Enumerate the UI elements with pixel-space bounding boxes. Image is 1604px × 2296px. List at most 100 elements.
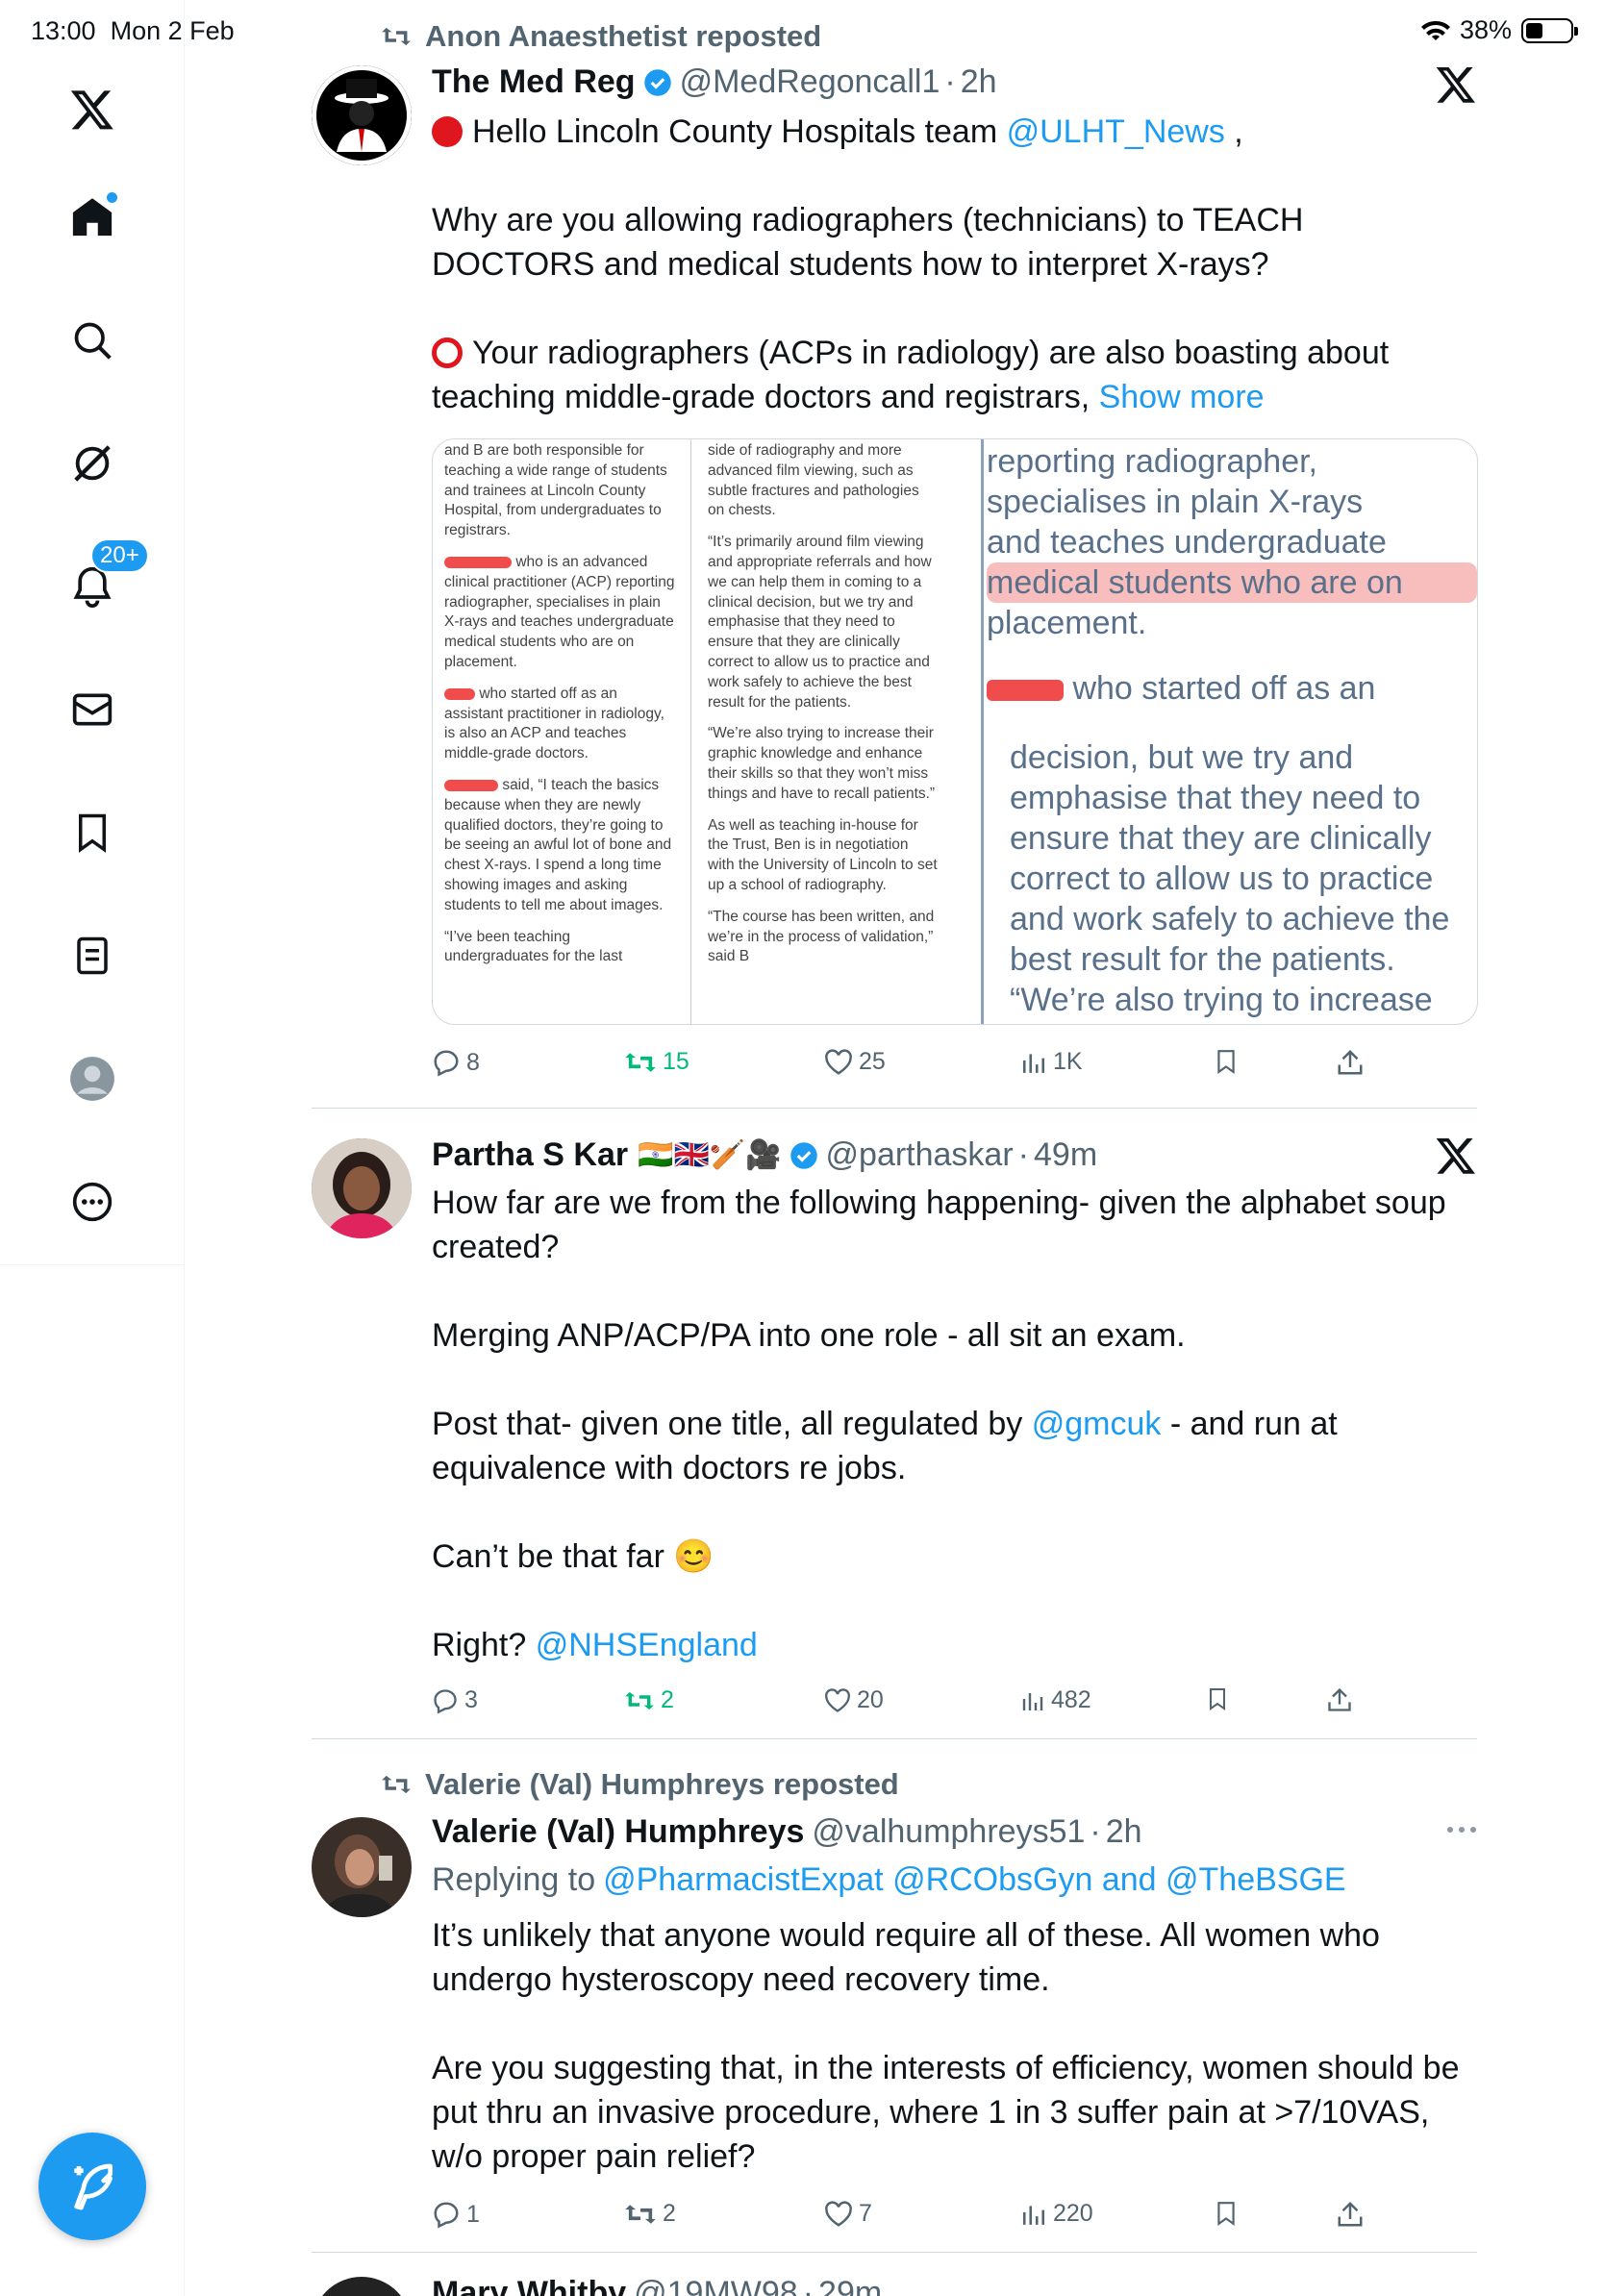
bookmark-button[interactable] (1206, 1686, 1229, 1711)
views-button[interactable]: 1K (1020, 1048, 1083, 1076)
article-column-1: and B are both responsible for teaching … (444, 442, 675, 965)
repost-header: Anon Anaesthetist reposted (381, 19, 821, 54)
author-name[interactable]: Mary Whitby (432, 2275, 626, 2296)
x-grok-icon[interactable] (1435, 1135, 1477, 1177)
home-icon[interactable] (62, 187, 123, 248)
mention-link[interactable]: @ULHT_News (1007, 113, 1225, 150)
repost-button[interactable]: 15 (624, 1048, 689, 1076)
share-button[interactable] (1336, 2200, 1365, 2229)
analytics-icon (1022, 1053, 1045, 1073)
author-handle[interactable]: @MedRegoncall1 (680, 63, 940, 101)
avatar[interactable] (312, 1817, 412, 1917)
more-icon[interactable] (62, 1171, 123, 1233)
hollow-red-circle-emoji (432, 337, 463, 368)
article-zoom-text-3: decision, but we try and emphasise that … (1010, 739, 1450, 1018)
share-icon (1338, 1049, 1363, 1075)
verified-badge-icon (789, 1141, 817, 1169)
x-logo-icon[interactable] (62, 79, 123, 140)
repost-icon (382, 27, 411, 46)
repost-button[interactable]: 2 (624, 1686, 674, 1714)
reply-icon (434, 1050, 459, 1077)
reply-button[interactable]: 8 (432, 1048, 480, 1077)
article-zoom-text-2: who started off as an (987, 668, 1477, 709)
post-time[interactable]: 49m (1034, 1136, 1097, 1174)
battery-percent: 38% (1459, 15, 1512, 44)
avatar[interactable] (312, 65, 412, 165)
compose-post-button[interactable] (38, 2133, 146, 2240)
heart-icon (825, 2200, 852, 2227)
post-text: How far are we from the following happen… (432, 1185, 1446, 1663)
repost-icon (625, 2204, 656, 2224)
separator-dot: · (1090, 1813, 1101, 1850)
avatar[interactable] (312, 2277, 412, 2296)
author-name[interactable]: The Med Reg (432, 63, 636, 101)
wifi-icon (1420, 20, 1450, 40)
author-name[interactable]: Valerie (Val) Humphreys (432, 1813, 804, 1851)
post-time[interactable]: 2h (961, 63, 997, 101)
repost-icon (625, 1052, 656, 1072)
heart-icon (825, 1687, 850, 1712)
post-text: Hello Lincoln County Hospitals team @ULH… (432, 113, 1390, 415)
search-icon[interactable] (62, 310, 123, 371)
article-column-2: side of radiography and more advanced fi… (708, 442, 938, 965)
verified-badge-icon (643, 68, 671, 96)
lists-icon[interactable] (62, 925, 123, 986)
separator-dot: · (1017, 1136, 1029, 1173)
post-text: It’s unlikely that anyone would require … (432, 1917, 1460, 2175)
author-handle[interactable]: @valhumphreys51 (812, 1813, 1085, 1851)
post-header: Mary Whitby @19MW98 · 29m (432, 2275, 882, 2296)
bookmark-button[interactable] (1214, 2200, 1239, 2227)
author-name[interactable]: Partha S Kar (432, 1136, 628, 1174)
reply-button[interactable]: 1 (432, 2200, 480, 2229)
share-button[interactable] (1336, 1048, 1365, 1077)
separator-dot: · (944, 63, 956, 100)
post-time[interactable]: 2h (1106, 1813, 1142, 1851)
post-image[interactable]: and B are both responsible for teaching … (432, 438, 1478, 1025)
like-button[interactable]: 20 (824, 1686, 884, 1714)
repost-header: Valerie (Val) Humphreys reposted (381, 1767, 899, 1802)
post-divider (312, 1738, 1477, 1739)
separator-dot: · (802, 2275, 815, 2296)
show-more-link[interactable]: Show more (1099, 379, 1265, 415)
post-header: Partha S Kar 🇮🇳🇬🇧🏏🎥 @parthaskar · 49m (432, 1136, 1097, 1174)
bookmark-icon (1217, 1050, 1235, 1074)
post-header: Valerie (Val) Humphreys @valhumphreys51 … (432, 1813, 1142, 1851)
mention-link[interactable]: @NHSEngland (536, 1627, 758, 1663)
reply-icon (434, 2202, 459, 2229)
messages-icon[interactable] (62, 679, 123, 740)
bookmarks-icon[interactable] (62, 802, 123, 863)
share-icon (1338, 2201, 1363, 2227)
reply-to-mentions[interactable]: @PharmacistExpat @RCObsGyn and @TheBSGE (603, 1861, 1346, 1899)
profile-avatar-icon[interactable] (62, 1048, 123, 1110)
home-new-dot (107, 192, 117, 203)
reply-icon (434, 1688, 457, 1714)
post-header: The Med Reg @MedRegoncall1 · 2h (432, 63, 997, 101)
repost-icon (625, 1691, 654, 1710)
x-grok-icon[interactable] (1435, 63, 1477, 106)
bookmark-button[interactable] (1214, 1048, 1239, 1075)
author-handle[interactable]: @parthaskar (826, 1136, 1014, 1174)
like-button[interactable]: 7 (824, 2200, 872, 2228)
sidebar: 20+ (0, 0, 185, 2296)
analytics-icon (1022, 1692, 1043, 1710)
share-button[interactable] (1326, 1686, 1353, 1713)
notifications-icon[interactable]: 20+ (62, 538, 149, 617)
sidebar-divider (0, 1264, 185, 1265)
bookmark-icon (1217, 2202, 1235, 2226)
reply-button[interactable]: 3 (432, 1686, 478, 1714)
battery-icon (1521, 17, 1578, 43)
views-button[interactable]: 220 (1020, 2200, 1093, 2228)
grok-icon[interactable] (62, 433, 123, 494)
repost-icon (382, 1775, 411, 1794)
repost-button[interactable]: 2 (624, 2200, 676, 2228)
status-right: 38% (1420, 15, 1578, 45)
post-time[interactable]: 29m (818, 2275, 882, 2296)
avatar[interactable] (312, 1138, 412, 1238)
views-button[interactable]: 482 (1020, 1686, 1091, 1714)
flag-emojis: 🇮🇳🇬🇧🏏🎥 (638, 1139, 782, 1171)
author-handle[interactable]: @19MW98 (634, 2275, 798, 2296)
like-button[interactable]: 25 (824, 1048, 886, 1076)
mention-link[interactable]: @gmcuk (1032, 1406, 1162, 1442)
more-options-icon[interactable] (1446, 1825, 1477, 1834)
heart-icon (825, 1048, 852, 1075)
